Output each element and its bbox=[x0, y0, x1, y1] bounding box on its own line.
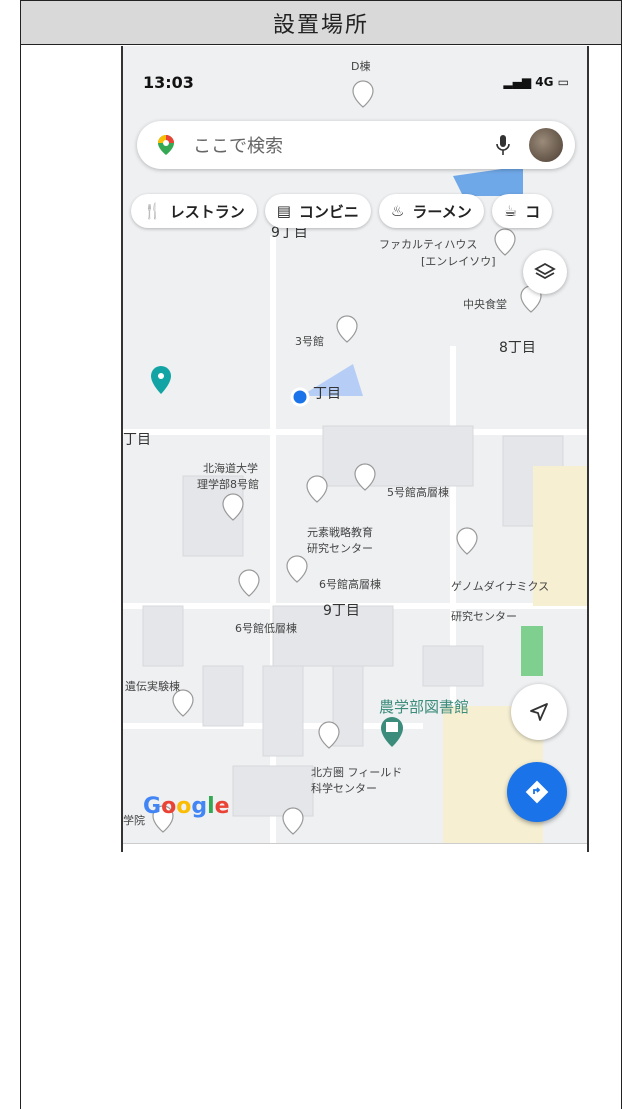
phone-screenshot: D棟 9丁目 ファカルティハウス [エンレイソウ] 中央食堂 3号館 8丁目 丁… bbox=[121, 46, 589, 852]
navigation-arrow-icon bbox=[530, 703, 548, 721]
status-bar: 13:03 ▂▄▆ 4G ▭ bbox=[123, 46, 587, 92]
battery-icon: ▭ bbox=[557, 75, 569, 89]
my-location-button[interactable] bbox=[511, 684, 567, 740]
chip-ramen[interactable]: ♨ ラーメン bbox=[378, 194, 484, 228]
map-label-gakuin: 学院 bbox=[123, 814, 145, 827]
chip-label: コ bbox=[525, 202, 541, 221]
map-label-experiment: 遺伝実験棟 bbox=[125, 680, 180, 693]
map-label-no3: 3号館 bbox=[295, 335, 324, 348]
search-bar[interactable]: ここで検索 bbox=[137, 121, 575, 169]
map-label-north-field: 北方圏 フィールド bbox=[311, 766, 403, 779]
category-chips: 🍴 レストラン ▤ コンビニ ♨ ラーメン ☕ コ bbox=[131, 194, 553, 232]
table-header-cell: 設置場所 bbox=[21, 0, 621, 45]
map-label-genome-2: 研究センター bbox=[451, 610, 517, 623]
header-title: 設置場所 bbox=[272, 12, 369, 38]
chip-label: ラーメン bbox=[412, 202, 472, 221]
chip-cafe[interactable]: ☕ コ bbox=[491, 194, 553, 228]
google-logo: Google bbox=[143, 794, 230, 819]
signal-icon: ▂▄▆ bbox=[503, 75, 536, 89]
map-label-chome-left: 丁目 bbox=[123, 432, 151, 448]
map-label-8chome: 8丁目 bbox=[499, 340, 536, 356]
directions-icon bbox=[525, 780, 549, 804]
layers-icon bbox=[534, 262, 556, 280]
map-label-no5-high: 5号館高層棟 bbox=[387, 486, 449, 499]
map-label-sci8: 理学部8号館 bbox=[197, 478, 259, 491]
map-label-faculty-house-sub: [エンレイソウ] bbox=[421, 255, 496, 268]
microphone-icon[interactable] bbox=[495, 134, 511, 156]
status-time: 13:03 bbox=[143, 73, 194, 92]
status-network: ▂▄▆ 4G ▭ bbox=[503, 75, 569, 89]
map-label-no6-high: 6号館高層棟 bbox=[319, 578, 381, 591]
map-label-agri-library: 農学部図書館 bbox=[379, 698, 470, 716]
map-label-faculty-house: ファカルティハウス bbox=[379, 238, 478, 251]
cafe-icon: ☕ bbox=[503, 202, 518, 220]
account-avatar[interactable] bbox=[529, 128, 563, 162]
map-label-central-cafeteria: 中央食堂 bbox=[463, 298, 507, 311]
map-label-element-strategy: 元素戦略教育 bbox=[307, 526, 373, 539]
restaurant-icon: 🍴 bbox=[143, 202, 162, 220]
network-type: 4G bbox=[535, 75, 554, 89]
bottom-sheet-handle[interactable] bbox=[123, 843, 587, 852]
maps-pin-icon bbox=[158, 135, 174, 155]
chip-label: コンビニ bbox=[298, 202, 359, 221]
map-label-hokudai: 北海道大学 bbox=[203, 462, 258, 475]
chip-restaurant[interactable]: 🍴 レストラン bbox=[131, 194, 257, 228]
document-table: 設置場所 D棟 9丁目 ファカルティハウス [エンレイソウ] 中央食堂 3号館 … bbox=[20, 0, 622, 1109]
chip-label: レストラン bbox=[169, 202, 245, 221]
map-label-element-strategy-2: 研究センター bbox=[307, 542, 373, 555]
map-label-genome: ゲノムダイナミクス bbox=[451, 580, 550, 593]
chip-convenience-store[interactable]: ▤ コンビニ bbox=[264, 194, 371, 228]
search-input[interactable]: ここで検索 bbox=[193, 132, 495, 158]
directions-button[interactable] bbox=[507, 762, 567, 822]
store-icon: ▤ bbox=[276, 202, 291, 220]
map-label-north-field-2: 科学センター bbox=[311, 782, 377, 795]
map-label-9chome-mid: 9丁目 bbox=[323, 603, 360, 619]
map-label-chome-mid: 丁目 bbox=[313, 386, 341, 402]
ramen-icon: ♨ bbox=[390, 202, 405, 220]
layers-button[interactable] bbox=[523, 250, 567, 294]
map-label-no6-low: 6号館低層棟 bbox=[235, 622, 297, 635]
